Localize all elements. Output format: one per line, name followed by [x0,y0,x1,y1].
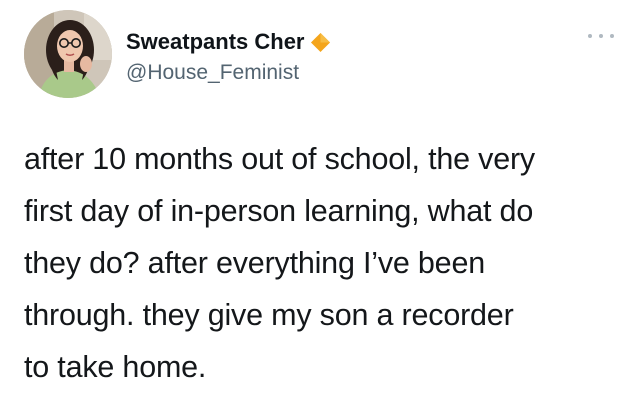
tweet-line: first day of in-person learning, what do [24,194,534,228]
dot [599,34,603,38]
verified-badge-icon [310,32,331,53]
dot [610,34,614,38]
tweet-card: Sweatpants Cher @House_Feminist after 10… [0,0,640,403]
avatar[interactable] [24,10,112,98]
author-name-row: Sweatpants Cher [126,28,331,56]
profile-photo-icon [24,10,112,98]
tweet-text: after 10 months out of school, the very … [24,133,624,393]
dot [588,34,592,38]
tweet-line: through. they give my son a recorder [24,298,514,332]
more-options-icon[interactable] [588,28,614,44]
user-handle[interactable]: @House_Feminist [126,60,299,86]
display-name[interactable]: Sweatpants Cher [126,28,305,56]
tweet-line: they do? after everything I’ve been [24,246,485,280]
tweet-line: after 10 months out of school, the very [24,142,535,176]
tweet-line: to take home. [24,350,207,384]
